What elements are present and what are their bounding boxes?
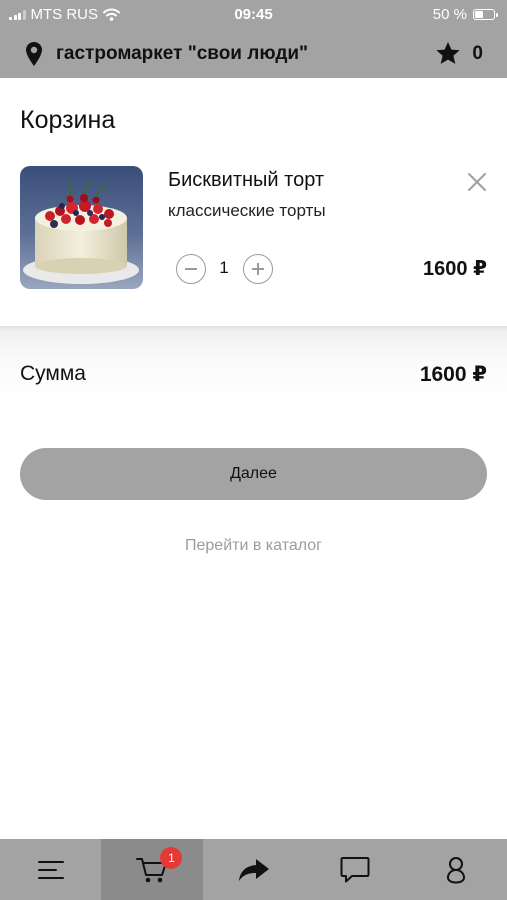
battery-fill xyxy=(475,11,483,18)
profile-icon xyxy=(447,856,466,884)
tab-chat[interactable] xyxy=(304,839,405,900)
location-pin-icon[interactable] xyxy=(25,41,43,67)
status-right: 50 % xyxy=(432,6,498,23)
app-header: гастромаркет "свои люди" 0 xyxy=(0,30,507,78)
store-name[interactable]: гастромаркет "свои люди" xyxy=(56,43,308,65)
product-name[interactable]: Бисквитный торт xyxy=(168,169,324,192)
chat-icon xyxy=(340,856,370,882)
share-arrow-icon xyxy=(238,858,269,881)
bottom-tab-bar: 1 xyxy=(0,839,507,900)
battery-icon xyxy=(473,9,498,20)
remove-item-button[interactable] xyxy=(465,170,489,194)
cart-badge: 1 xyxy=(160,847,183,869)
favorites-count: 0 xyxy=(472,42,483,64)
page-title: Корзина xyxy=(20,106,116,134)
tab-profile[interactable] xyxy=(406,839,507,900)
sum-label: Сумма xyxy=(20,362,86,385)
product-category: классические торты xyxy=(168,201,326,220)
favorites-button[interactable]: 0 xyxy=(435,41,483,66)
go-to-catalog-link[interactable]: Перейти в каталог xyxy=(0,537,507,555)
star-icon xyxy=(436,42,461,64)
cake-photo xyxy=(20,166,143,289)
product-price: 1600 ₽ xyxy=(423,258,487,280)
tab-menu[interactable] xyxy=(0,839,101,900)
next-button[interactable]: Далее xyxy=(20,448,487,500)
quantity-decrease-button[interactable] xyxy=(176,254,206,284)
cart-item: Бисквитный торт классические торты 1 160… xyxy=(0,150,507,310)
close-icon xyxy=(468,173,486,191)
battery-percent: 50 % xyxy=(432,6,467,23)
tab-cart[interactable]: 1 xyxy=(101,839,203,900)
sum-value: 1600 ₽ xyxy=(419,363,487,386)
product-image[interactable] xyxy=(20,166,143,289)
quantity-increase-button[interactable] xyxy=(243,254,273,284)
quantity-value: 1 xyxy=(219,258,229,277)
tab-share[interactable] xyxy=(203,839,304,900)
menu-icon xyxy=(37,860,64,879)
status-time: 09:45 xyxy=(234,6,273,23)
status-bar: MTS RUS 09:45 50 % xyxy=(0,0,507,30)
